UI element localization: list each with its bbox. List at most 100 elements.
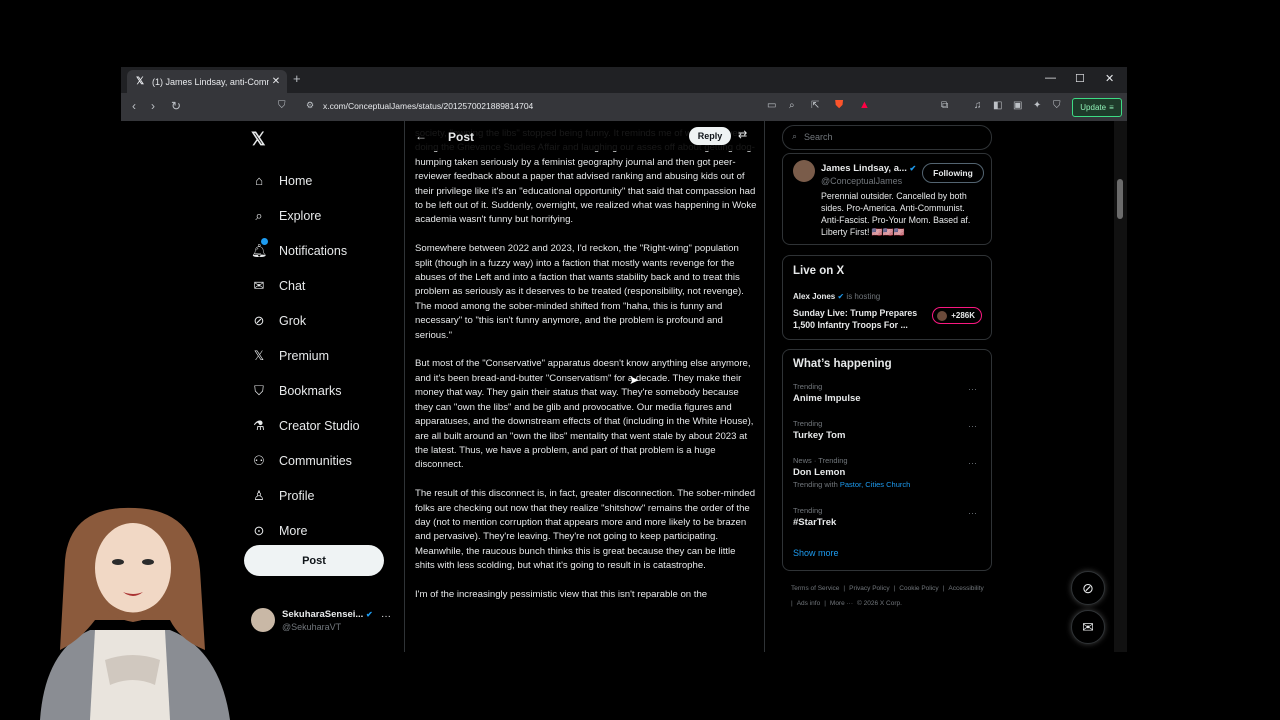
update-button[interactable]: Update ≡ xyxy=(1072,98,1122,117)
trend-item[interactable]: Trending Turkey Tom ··· xyxy=(793,419,983,453)
back-icon[interactable]: ‹ xyxy=(132,99,136,113)
account-handle: @SekuharaVT xyxy=(282,622,342,632)
reload-icon[interactable]: ↻ xyxy=(171,99,181,113)
scrollbar-thumb[interactable] xyxy=(1117,179,1123,219)
browser-tab[interactable]: 𝕏 (1) James Lindsay, anti-Commun ✕ xyxy=(127,70,287,93)
more-dots-icon[interactable]: ··· xyxy=(968,458,977,468)
reply-button[interactable]: Reply xyxy=(689,127,731,145)
more-dots-icon[interactable]: ··· xyxy=(968,421,977,431)
trend-item[interactable]: Trending #StarTrek ··· xyxy=(793,506,983,540)
trend-item[interactable]: News · Trending Don Lemon Trending with Pa… xyxy=(793,456,983,490)
nav-label: Explore xyxy=(279,208,322,223)
footer-link[interactable]: Cookie Policy xyxy=(899,585,938,592)
notification-badge xyxy=(261,238,268,245)
sidebar-toggle-icon[interactable]: ◧ xyxy=(993,100,1002,111)
trend-label: Trending xyxy=(793,382,823,391)
more-circle-icon: ⊙ xyxy=(253,522,265,538)
grok-icon: ⊘ xyxy=(253,312,265,328)
back-arrow-icon[interactable]: ← xyxy=(415,129,427,143)
nav-label: Notifications xyxy=(279,243,348,258)
nav-item-profile[interactable]: ♙ Profile xyxy=(251,478,360,513)
nav-item-chat[interactable]: ✉ Chat xyxy=(251,268,360,303)
nav-item-grok[interactable]: ⊘ Grok xyxy=(251,303,360,338)
messages-fab-icon[interactable]: ✉ xyxy=(1071,610,1105,644)
nav-item-home[interactable]: ⌂ Home xyxy=(251,163,360,198)
extensions-icon[interactable]: ✦ xyxy=(1033,100,1041,111)
url-text: x.com/ConceptualJames/status/20125700218… xyxy=(323,101,534,111)
happening-heading: What’s happening xyxy=(793,358,892,370)
nav-item-communities[interactable]: ⚇ Communities xyxy=(251,443,360,478)
footer-link[interactable]: © 2026 X Corp. xyxy=(857,600,902,607)
profile-card: James Lindsay, a... ✔ @ConceptualJames F… xyxy=(782,153,992,245)
profile-avatar[interactable] xyxy=(793,160,815,182)
footer-link[interactable]: More ··· xyxy=(830,600,853,607)
music-icon[interactable]: ♫ xyxy=(974,100,982,111)
footer-link[interactable]: Privacy Policy xyxy=(849,585,889,592)
site-info-icon[interactable]: ⚙ xyxy=(306,100,314,111)
more-dots-icon[interactable]: ··· xyxy=(968,384,977,394)
cast-icon[interactable]: ▭ xyxy=(767,100,776,111)
forward-icon[interactable]: › xyxy=(151,99,155,113)
new-tab-icon[interactable]: + xyxy=(293,71,301,86)
post-paragraph: I'm of the increasingly pessimistic view… xyxy=(415,588,708,600)
footer-link[interactable]: Ads info xyxy=(797,600,821,607)
more-dots-icon[interactable]: ··· xyxy=(381,611,391,622)
nav-item-explore[interactable]: ⌕ Explore xyxy=(251,198,360,233)
trend-label: Trending xyxy=(793,419,823,428)
x-favicon-icon: 𝕏 xyxy=(135,76,145,87)
grok-fab-icon[interactable]: ⊘ xyxy=(1071,571,1105,605)
nav-label: Premium xyxy=(279,348,330,363)
browser-window: 𝕏 (1) James Lindsay, anti-Commun ✕ + — ☐… xyxy=(121,67,1127,652)
nav-label: Home xyxy=(279,173,313,188)
scrollbar[interactable] xyxy=(1114,121,1127,652)
brave-shield-icon[interactable]: ⛊ xyxy=(835,99,843,112)
mail-icon: ✉ xyxy=(253,277,265,293)
share-icon[interactable]: ⇱ xyxy=(811,100,819,111)
account-switcher[interactable]: SekuharaSensei... ✔ @SekuharaVT ··· xyxy=(251,606,396,636)
profile-handle: @ConceptualJames xyxy=(821,176,903,186)
search-icon: ⌕ xyxy=(792,131,798,141)
trend-name: Don Lemon xyxy=(793,467,846,478)
post-paragraph: The result of this disconnect is, in fac… xyxy=(415,488,756,572)
minimize-icon[interactable]: — xyxy=(1045,72,1056,84)
close-tab-icon[interactable]: ✕ xyxy=(269,76,283,87)
x-logo-icon[interactable]: 𝕏 xyxy=(251,129,266,150)
trend-item[interactable]: Trending Anime Impulse ··· xyxy=(793,382,983,416)
nav-item-creator-studio[interactable]: ⚗ Creator Studio xyxy=(251,408,359,443)
wallet-icon[interactable]: ▣ xyxy=(1013,100,1022,111)
zoom-icon[interactable]: ⌕ xyxy=(789,100,795,111)
live-title: Sunday Live: Trump Prepares 1,500 Infant… xyxy=(793,308,918,330)
filter-settings-icon[interactable]: ⇄ xyxy=(738,128,747,141)
more-dots-icon[interactable]: ··· xyxy=(968,508,977,518)
vpn-icon[interactable]: ⛉ xyxy=(1053,100,1061,111)
trend-name: Turkey Tom xyxy=(793,430,846,441)
following-button[interactable]: Following xyxy=(922,163,984,183)
footer-separator: | xyxy=(942,585,945,592)
nav-item-more[interactable]: ⊙ More xyxy=(251,513,360,548)
nav-item-bookmarks[interactable]: ⛉ Bookmarks xyxy=(251,373,360,408)
post-button[interactable]: Post xyxy=(244,545,384,576)
account-name: SekuharaSensei... xyxy=(282,609,364,620)
close-window-icon[interactable]: ✕ xyxy=(1105,72,1114,85)
leo-icon[interactable]: ⧉ xyxy=(941,100,948,111)
page-title: Post xyxy=(448,130,475,144)
profile-name: James Lindsay, a... xyxy=(821,163,907,174)
address-bar[interactable]: ⚙ x.com/ConceptualJames/status/201257002… xyxy=(301,97,871,117)
nav-item-notifications[interactable]: 🔔︎ Notifications xyxy=(251,233,360,268)
show-more-link[interactable]: Show more xyxy=(793,548,839,558)
rewards-icon[interactable]: ▲ xyxy=(859,99,870,111)
trend-links[interactable]: Pastor, Cities Church xyxy=(840,480,910,489)
person-icon: ♙ xyxy=(253,487,265,503)
maximize-icon[interactable]: ☐ xyxy=(1075,72,1085,85)
nav-label: Profile xyxy=(279,488,315,503)
live-card[interactable]: Live on X Alex Jones ✔ is hosting Sunday… xyxy=(782,255,992,340)
nav-item-premium[interactable]: 𝕏 Premium xyxy=(251,338,360,373)
menu-icon: ≡ xyxy=(1109,103,1114,112)
home-icon: ⌂ xyxy=(255,173,263,188)
footer-link[interactable]: Terms of Service xyxy=(791,585,839,592)
bookmark-page-icon[interactable]: ⛉ xyxy=(278,100,286,111)
avatar xyxy=(251,608,275,632)
footer-link[interactable]: Accessibility xyxy=(948,585,983,592)
search-input[interactable]: ⌕ Search xyxy=(782,125,992,150)
trend-name: #StarTrek xyxy=(793,517,837,528)
